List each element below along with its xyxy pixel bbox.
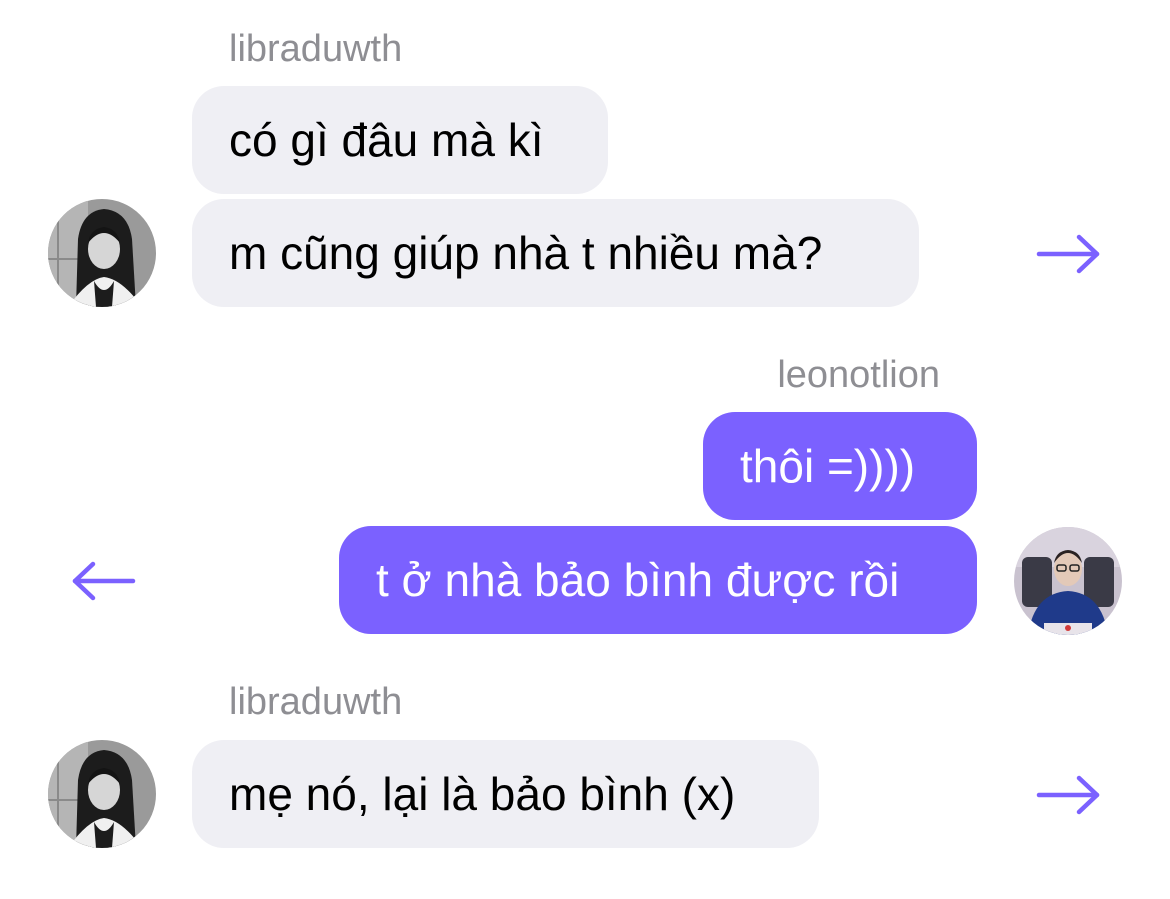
sender-name: libraduwth: [229, 681, 403, 723]
message-bubble[interactable]: thôi =)))): [703, 412, 977, 520]
arrow-right-icon[interactable]: [1036, 234, 1102, 274]
avatar-libraduwth[interactable]: [48, 199, 156, 307]
avatar-leonotlion[interactable]: [1014, 527, 1122, 635]
sender-name: libraduwth: [229, 28, 403, 70]
message-bubble[interactable]: m cũng giúp nhà t nhiều mà?: [192, 199, 919, 307]
avatar-photo: [1014, 527, 1122, 635]
sender-name: leonotlion: [777, 354, 940, 396]
avatar-photo: [48, 740, 156, 848]
avatar-photo: [48, 199, 156, 307]
message-bubble[interactable]: mẹ nó, lại là bảo bình (x): [192, 740, 819, 848]
avatar-libraduwth[interactable]: [48, 740, 156, 848]
message-bubble[interactable]: có gì đâu mà kì: [192, 86, 608, 194]
message-bubble[interactable]: t ở nhà bảo bình được rồi: [339, 526, 977, 634]
arrow-left-icon[interactable]: [70, 561, 136, 601]
arrow-right-icon[interactable]: [1036, 775, 1102, 815]
